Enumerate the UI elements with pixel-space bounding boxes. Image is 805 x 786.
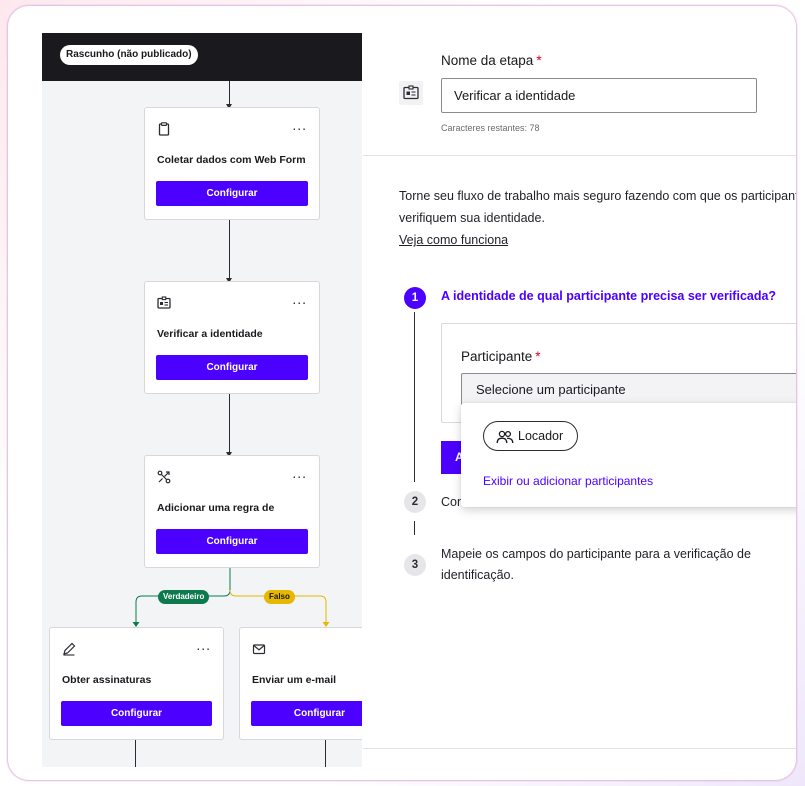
canvas-header: Rascunho (não publicado) <box>42 33 362 81</box>
step-number-3: 3 <box>404 554 426 576</box>
app-window: Rascunho (não publicado) ... Coletar dad… <box>7 5 797 781</box>
node-menu-button[interactable]: ... <box>196 638 211 652</box>
participant-select[interactable]: Selecione um participante <box>461 373 796 406</box>
footer-divider <box>363 748 796 749</box>
branch-true-label: Verdadeiro <box>158 590 210 604</box>
configure-button[interactable]: Configurar <box>156 181 308 206</box>
participant-label: Participante * <box>461 349 541 364</box>
chars-remaining: Caracteres restantes: 78 <box>441 123 540 133</box>
how-it-works-link[interactable]: Veja como funciona <box>399 233 508 247</box>
step-timeline <box>414 521 415 535</box>
step-config-panel: Nome da etapa* Caracteres restantes: 78 … <box>363 33 797 773</box>
connector-2-3 <box>226 394 232 457</box>
node-menu-button[interactable]: ... <box>292 292 307 306</box>
envelope-icon <box>252 644 266 655</box>
step-timeline <box>414 312 415 482</box>
participant-dropdown: Locador Exibir ou adicionar participante… <box>461 403 796 507</box>
step-number-1: 1 <box>404 287 426 309</box>
step-1-title[interactable]: A identidade de qual participante precis… <box>441 289 776 303</box>
intro-text: Torne seu fluxo de trabalho mais seguro … <box>399 189 797 225</box>
step-name-input[interactable] <box>441 78 757 113</box>
node-menu-button[interactable]: ... <box>292 118 307 132</box>
id-card-icon <box>399 81 423 105</box>
workflow-node-email[interactable]: Enviar um e-mail Configurar <box>239 627 362 740</box>
pen-icon <box>63 642 76 656</box>
draft-status-badge: Rascunho (não publicado) <box>60 45 198 65</box>
configure-button[interactable]: Configurar <box>61 701 212 726</box>
connector-left-down <box>135 740 136 767</box>
branch-rule-icon <box>157 470 171 484</box>
workflow-canvas[interactable]: Rascunho (não publicado) ... Coletar dad… <box>42 33 362 767</box>
node-title: Adicionar uma regra de <box>157 502 275 514</box>
section-divider <box>363 155 796 156</box>
branch-false-label: Falso <box>264 590 295 604</box>
configure-button[interactable]: Configurar <box>251 701 362 726</box>
connector-start <box>226 81 232 109</box>
workflow-node-rule[interactable]: ... Adicionar uma regra de Configurar <box>144 455 320 568</box>
node-menu-button[interactable]: ... <box>292 466 307 480</box>
node-title: Coletar dados com Web Form <box>157 154 306 166</box>
participant-option-locador[interactable]: Locador <box>483 421 579 451</box>
workflow-node-verify-identity[interactable]: ... Verificar a identidade Configurar <box>144 281 320 394</box>
step-name-label: Nome da etapa * <box>441 53 542 68</box>
configure-button[interactable]: Configurar <box>156 355 308 380</box>
connector-1-2 <box>226 220 232 283</box>
node-title: Verificar a identidade <box>157 328 263 340</box>
clipboard-icon <box>158 122 170 136</box>
id-card-icon <box>157 296 171 309</box>
workflow-node-signatures[interactable]: ... Obter assinaturas Configurar <box>49 627 224 740</box>
node-title: Enviar um e-mail <box>252 674 337 686</box>
workflow-node-web-form[interactable]: ... Coletar dados com Web Form Configura… <box>144 107 320 220</box>
view-add-participants-link[interactable]: Exibir ou adicionar participantes <box>483 474 653 488</box>
configure-button[interactable]: Configurar <box>156 529 308 554</box>
node-title: Obter assinaturas <box>62 674 152 686</box>
step-3-title[interactable]: Mapeie os campos do participante para a … <box>441 544 796 586</box>
step-number-2: 2 <box>404 491 426 513</box>
connector-right-down <box>325 740 326 767</box>
people-icon <box>496 430 514 443</box>
